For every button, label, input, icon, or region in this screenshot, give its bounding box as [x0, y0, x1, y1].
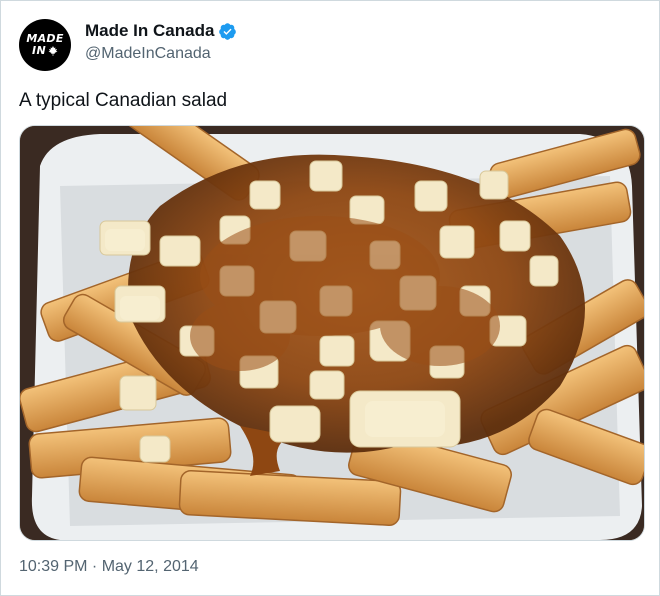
tweet-text: A typical Canadian salad	[19, 90, 228, 111]
avatar-text-line2: IN	[32, 44, 46, 57]
photo-illustration	[20, 126, 644, 540]
tweet-card: MADE IN Made In Canada @MadeInCanada A t…	[0, 0, 660, 596]
maple-leaf-icon	[48, 46, 58, 56]
verified-badge-icon	[219, 22, 237, 40]
user-handle[interactable]: @MadeInCanada	[85, 44, 237, 64]
display-name[interactable]: Made In Canada	[85, 21, 214, 41]
tweet-timestamp[interactable]: 10:39 PM · May 12, 2014	[19, 558, 199, 576]
avatar[interactable]: MADE IN	[19, 19, 71, 71]
author-block: Made In Canada @MadeInCanada	[85, 21, 237, 64]
poutine-photo[interactable]	[19, 125, 645, 541]
